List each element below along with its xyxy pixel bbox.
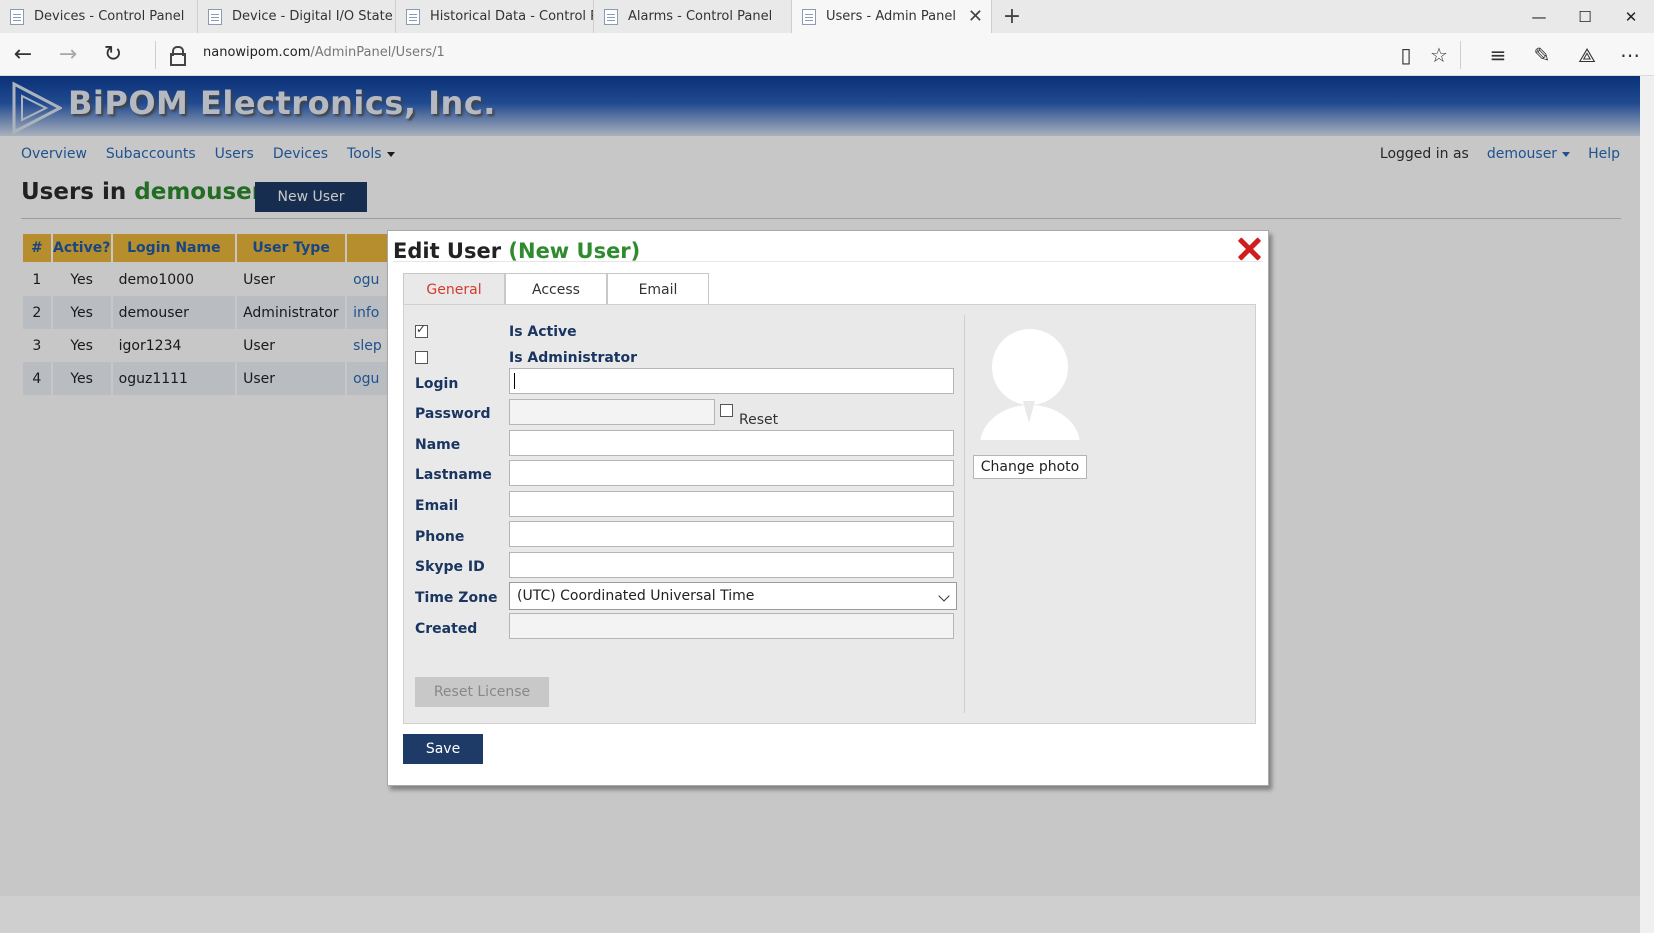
password-label: Password	[415, 406, 491, 422]
skype-id-label: Skype ID	[415, 559, 485, 575]
divider	[393, 261, 1263, 262]
tab-title: Alarms - Control Panel	[628, 9, 773, 24]
general-tab-panel: Is Active Is Administrator Login Passwor…	[403, 304, 1256, 724]
lastname-label: Lastname	[415, 467, 492, 483]
forward-icon[interactable]: →	[53, 41, 83, 69]
password-field[interactable]	[509, 399, 715, 425]
tab-access[interactable]: Access	[505, 273, 607, 305]
refresh-icon[interactable]: ↻	[98, 41, 128, 69]
email-field[interactable]	[509, 491, 954, 517]
close-icon[interactable]	[1235, 235, 1263, 263]
address-bar: ← → ↻ nanowipom.com/AdminPanel/Users/1 ▯…	[0, 33, 1654, 76]
separator	[1460, 41, 1461, 69]
created-label: Created	[415, 621, 478, 637]
browser-tab[interactable]: Devices - Control Panel	[0, 0, 198, 33]
page-icon	[406, 8, 420, 25]
email-label: Email	[415, 498, 459, 514]
url-path: /AdminPanel/Users/1	[310, 45, 445, 60]
tab-title: Historical Data - Control Pa	[430, 9, 594, 24]
window-controls: — ☐ ✕	[1516, 0, 1654, 33]
time-zone-select[interactable]: (UTC) Coordinated Universal Time	[509, 582, 957, 610]
change-photo-button[interactable]: Change photo	[973, 455, 1087, 479]
tab-title: Devices - Control Panel	[34, 9, 185, 24]
page-icon	[208, 8, 222, 25]
reading-view-icon[interactable]: ▯	[1391, 41, 1421, 69]
maximize-icon[interactable]: ☐	[1562, 0, 1608, 33]
page-icon	[604, 8, 618, 25]
web-page: BiPOM Electronics, Inc. Overview Subacco…	[0, 76, 1640, 933]
lastname-field[interactable]	[509, 460, 954, 486]
is-active-checkbox[interactable]	[415, 322, 428, 338]
back-icon[interactable]: ←	[8, 41, 38, 69]
dialog-tabs: General Access Email	[403, 273, 709, 305]
more-icon[interactable]: ⋯	[1615, 41, 1645, 69]
name-field[interactable]	[509, 430, 954, 456]
close-tab-icon[interactable]: ✕	[968, 6, 983, 27]
lock-icon	[170, 46, 186, 66]
reset-password-label: Reset	[739, 412, 779, 428]
browser-tab-active[interactable]: Users - Admin Panel ✕	[792, 0, 992, 33]
phone-field[interactable]	[509, 521, 954, 547]
reset-password-checkbox[interactable]	[720, 404, 733, 417]
time-zone-value: (UTC) Coordinated Universal Time	[517, 588, 755, 604]
skype-id-field[interactable]	[509, 552, 954, 578]
time-zone-label: Time Zone	[415, 590, 498, 606]
is-administrator-label: Is Administrator	[509, 350, 638, 366]
chevron-down-icon	[938, 590, 950, 602]
dialog-subtitle: (New User)	[508, 239, 641, 263]
phone-label: Phone	[415, 529, 465, 545]
text-cursor	[514, 373, 515, 389]
page-icon	[802, 8, 816, 25]
browser-tab[interactable]: Device - Digital I/O State	[198, 0, 396, 33]
is-administrator-checkbox[interactable]	[415, 351, 428, 364]
user-photo-placeholder	[974, 325, 1084, 440]
tab-email[interactable]: Email	[607, 273, 709, 305]
url-field[interactable]: nanowipom.com/AdminPanel/Users/1	[203, 45, 445, 60]
separator	[155, 41, 156, 69]
browser-tab[interactable]: Historical Data - Control Pa	[396, 0, 594, 33]
login-field[interactable]	[509, 368, 954, 394]
edit-user-dialog: Edit User (New User) General Access Emai…	[387, 230, 1269, 786]
web-note-icon[interactable]: ✎	[1527, 41, 1557, 69]
reset-license-button[interactable]: Reset License	[415, 677, 549, 707]
window-close-icon[interactable]: ✕	[1608, 0, 1654, 33]
dialog-title-text: Edit User	[393, 239, 502, 263]
browser-tab-strip: Devices - Control Panel Device - Digital…	[0, 0, 1654, 33]
tab-title: Users - Admin Panel	[826, 9, 956, 24]
page-icon	[10, 8, 24, 25]
page-footer-strip	[0, 896, 1640, 933]
new-tab-button[interactable]: +	[992, 0, 1032, 33]
tab-title: Device - Digital I/O State	[232, 9, 393, 24]
name-label: Name	[415, 437, 461, 453]
share-icon[interactable]: ⟁	[1572, 41, 1602, 69]
divider	[964, 315, 965, 713]
dialog-title: Edit User (New User)	[393, 239, 640, 263]
created-field	[509, 613, 954, 639]
favorite-star-icon[interactable]: ☆	[1424, 41, 1454, 69]
login-label: Login	[415, 376, 459, 392]
tab-general[interactable]: General	[403, 273, 505, 305]
hub-icon[interactable]: ≡	[1483, 41, 1513, 69]
avatar-head	[992, 329, 1068, 405]
is-active-label: Is Active	[509, 324, 577, 340]
browser-tab[interactable]: Alarms - Control Panel	[594, 0, 792, 33]
save-button[interactable]: Save	[403, 734, 483, 764]
minimize-icon[interactable]: —	[1516, 0, 1562, 33]
vertical-scrollbar[interactable]	[1640, 76, 1654, 933]
url-host: nanowipom.com	[203, 45, 311, 60]
